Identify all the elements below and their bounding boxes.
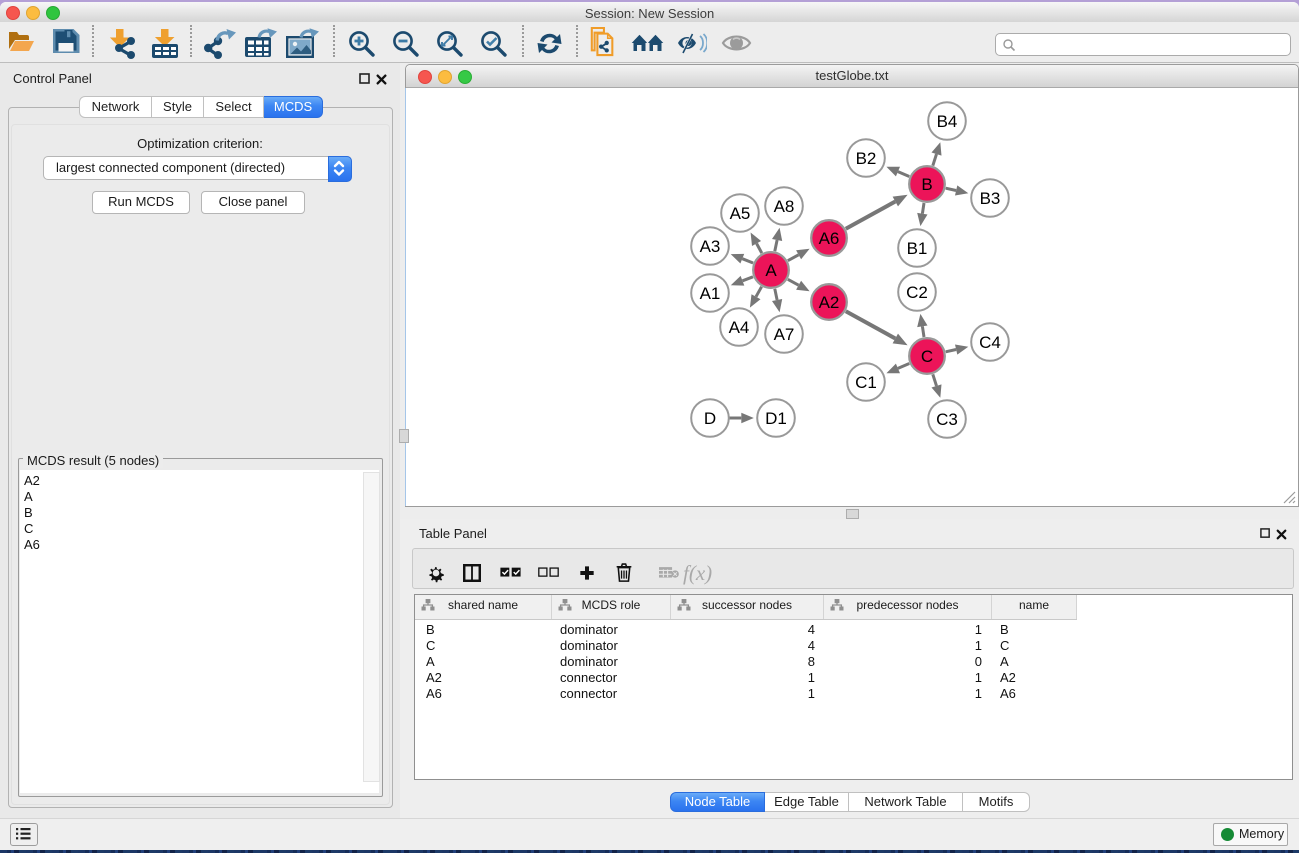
svg-text:A3: A3 xyxy=(700,237,721,256)
svg-text:A8: A8 xyxy=(774,197,795,216)
svg-text:B3: B3 xyxy=(980,189,1001,208)
svg-text:A: A xyxy=(765,261,777,280)
svg-text:B4: B4 xyxy=(937,112,958,131)
svg-text:C4: C4 xyxy=(979,333,1001,352)
svg-text:A2: A2 xyxy=(819,293,840,312)
svg-text:B2: B2 xyxy=(856,149,877,168)
svg-text:C3: C3 xyxy=(936,410,958,429)
svg-text:D: D xyxy=(704,409,716,428)
svg-text:D1: D1 xyxy=(765,409,787,428)
svg-text:C2: C2 xyxy=(906,283,928,302)
svg-text:A6: A6 xyxy=(819,229,840,248)
svg-text:C1: C1 xyxy=(855,373,877,392)
svg-text:B: B xyxy=(921,175,932,194)
svg-text:C: C xyxy=(921,347,933,366)
svg-text:A1: A1 xyxy=(700,284,721,303)
svg-text:A7: A7 xyxy=(774,325,795,344)
svg-text:B1: B1 xyxy=(907,239,928,258)
svg-text:A5: A5 xyxy=(730,204,751,223)
svg-text:A4: A4 xyxy=(729,318,750,337)
